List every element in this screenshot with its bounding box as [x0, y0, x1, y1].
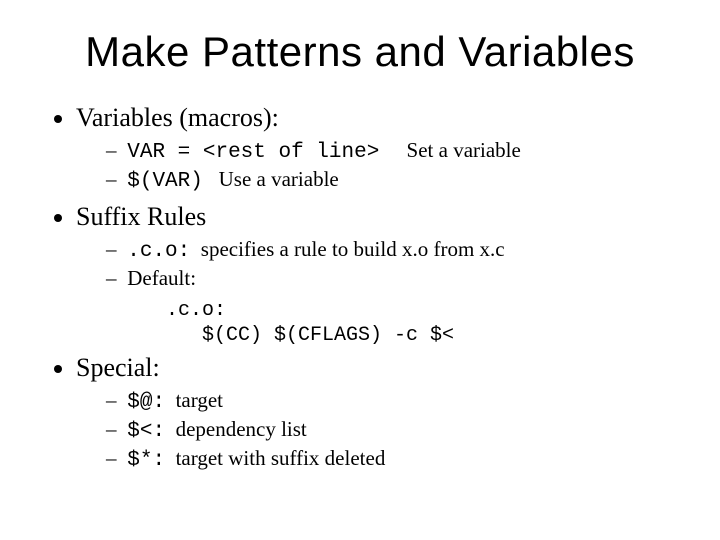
- list-item: – $<: dependency list: [106, 416, 672, 445]
- list-item: – $*: target with suffix deleted: [106, 445, 672, 474]
- sub-list: – .c.o: specifies a rule to build x.o fr…: [76, 236, 672, 293]
- section-heading: Suffix Rules: [76, 202, 206, 231]
- dash-icon: –: [106, 445, 122, 472]
- note-text: Default:: [127, 266, 196, 290]
- list-item: – VAR = <rest of line> Set a variable: [106, 137, 672, 166]
- sub-list: – $@: target – $<: dependency list – $*:…: [76, 387, 672, 475]
- slide: Make Patterns and Variables Variables (m…: [0, 0, 720, 540]
- code-text: $<:: [127, 420, 165, 443]
- sub-list: – VAR = <rest of line> Set a variable – …: [76, 137, 672, 196]
- section-special: Special: – $@: target – $<: dependency l…: [76, 352, 672, 474]
- note-text: dependency list: [176, 417, 307, 441]
- code-text: .c.o:: [127, 240, 190, 263]
- dash-icon: –: [106, 416, 122, 443]
- list-item: – $@: target: [106, 387, 672, 416]
- dash-icon: –: [106, 236, 122, 263]
- dash-icon: –: [106, 265, 122, 292]
- note-text: target: [176, 388, 223, 412]
- section-suffix-rules: Suffix Rules – .c.o: specifies a rule to…: [76, 201, 672, 348]
- dash-icon: –: [106, 137, 122, 164]
- code-line: .c.o:: [166, 298, 672, 323]
- dash-icon: –: [106, 387, 122, 414]
- bullet-list: Variables (macros): – VAR = <rest of lin…: [48, 102, 672, 475]
- section-heading: Special:: [76, 353, 160, 382]
- code-text: $(VAR): [127, 170, 203, 193]
- note-text: target with suffix deleted: [176, 446, 386, 470]
- section-heading: Variables (macros):: [76, 103, 279, 132]
- slide-title: Make Patterns and Variables: [48, 28, 672, 76]
- code-line: $(CC) $(CFLAGS) -c $<: [166, 323, 672, 348]
- code-block: .c.o: $(CC) $(CFLAGS) -c $<: [76, 298, 672, 348]
- note-text: specifies a rule to build x.o from x.c: [201, 237, 505, 261]
- list-item: – .c.o: specifies a rule to build x.o fr…: [106, 236, 672, 265]
- section-variables: Variables (macros): – VAR = <rest of lin…: [76, 102, 672, 195]
- list-item: – $(VAR) Use a variable: [106, 166, 672, 195]
- note-text: Set a variable: [407, 138, 521, 162]
- code-text: VAR = <rest of line>: [127, 141, 379, 164]
- list-item: – Default:: [106, 265, 672, 292]
- note-text: Use a variable: [219, 167, 339, 191]
- dash-icon: –: [106, 166, 122, 193]
- code-text: $*:: [127, 449, 165, 472]
- code-text: $@:: [127, 391, 165, 414]
